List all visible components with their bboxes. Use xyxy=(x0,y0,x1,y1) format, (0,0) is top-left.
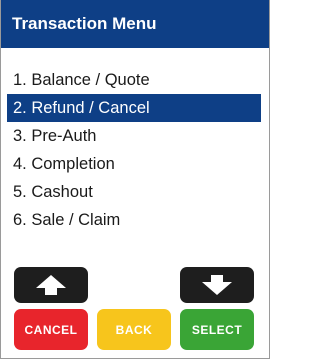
menu-item-pre-auth[interactable]: 3. Pre-Auth xyxy=(7,122,261,150)
arrow-up-icon xyxy=(36,275,66,295)
scroll-down-button[interactable] xyxy=(180,267,254,303)
back-button[interactable]: BACK xyxy=(97,309,171,350)
page-title: Transaction Menu xyxy=(1,0,269,48)
menu-item-cashout[interactable]: 5. Cashout xyxy=(7,178,261,206)
menu-item-refund-cancel[interactable]: 2. Refund / Cancel xyxy=(7,94,261,122)
arrow-down-icon xyxy=(202,275,232,295)
cancel-button[interactable]: CANCEL xyxy=(14,309,88,350)
terminal-screen: Transaction Menu 1. Balance / Quote 2. R… xyxy=(0,0,270,359)
menu-item-sale-claim[interactable]: 6. Sale / Claim xyxy=(7,206,261,234)
menu-item-balance-quote[interactable]: 1. Balance / Quote xyxy=(7,66,261,94)
transaction-menu: 1. Balance / Quote 2. Refund / Cancel 3.… xyxy=(7,66,261,234)
scroll-up-button[interactable] xyxy=(14,267,88,303)
select-button[interactable]: SELECT xyxy=(180,309,254,350)
menu-item-completion[interactable]: 4. Completion xyxy=(7,150,261,178)
